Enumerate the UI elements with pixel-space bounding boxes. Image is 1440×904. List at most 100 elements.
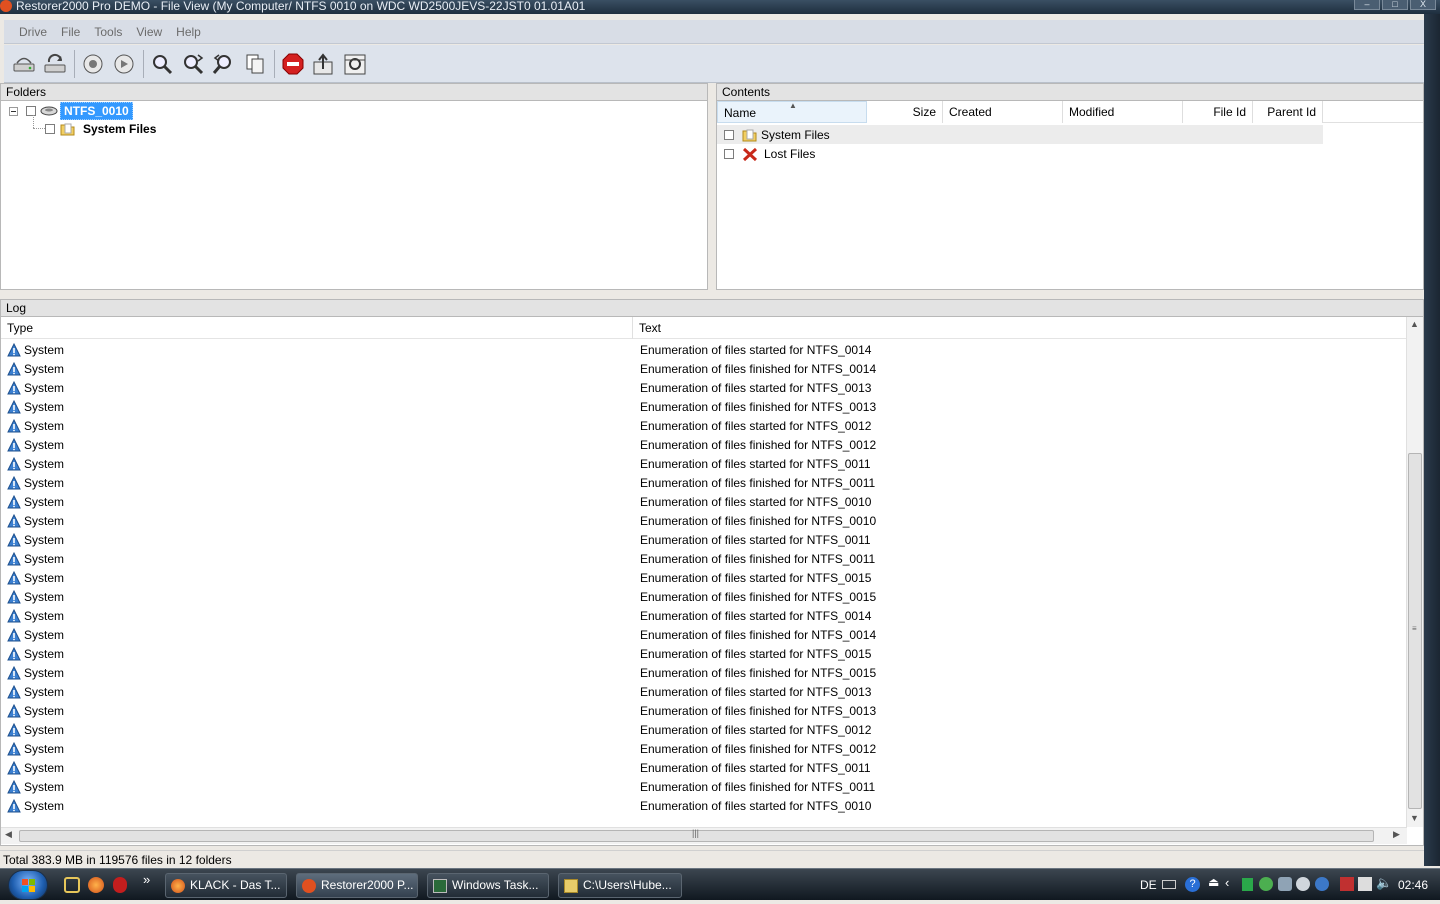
table-row[interactable]: System Enumeration of files started for N… xyxy=(1,455,1407,474)
table-row[interactable]: System Enumeration of files started for N… xyxy=(1,379,1407,398)
scroll-left-arrow-icon[interactable]: ◀ xyxy=(5,829,12,840)
battery-icon[interactable] xyxy=(1242,878,1253,891)
minimize-button[interactable]: – xyxy=(1354,0,1380,10)
table-row[interactable]: System Enumeration of files started for N… xyxy=(1,493,1407,512)
menu-help[interactable]: Help xyxy=(171,25,206,39)
tree-checkbox[interactable] xyxy=(45,124,55,134)
table-row[interactable]: System Enumeration of files finished for … xyxy=(1,474,1407,493)
stop-button[interactable] xyxy=(279,50,307,78)
tree-label-root[interactable]: NTFS_0010 xyxy=(60,102,133,120)
scroll-down-arrow-icon[interactable]: ▼ xyxy=(1410,813,1419,823)
column-header-parent-id[interactable]: Parent Id xyxy=(1253,101,1323,123)
table-row[interactable]: System Enumeration of files finished for … xyxy=(1,360,1407,379)
usb-icon[interactable]: ⏏ xyxy=(1208,875,1219,889)
column-header-text[interactable]: Text xyxy=(633,317,1407,339)
table-row[interactable]: System Enumeration of files started for N… xyxy=(1,683,1407,702)
keyboard-icon[interactable] xyxy=(1162,880,1176,889)
collapse-toggle[interactable] xyxy=(9,106,18,116)
maximize-button[interactable]: □ xyxy=(1382,0,1408,10)
volume-icon[interactable]: 🔈 xyxy=(1376,875,1392,891)
tree-item-system-files[interactable]: System Files xyxy=(45,120,156,138)
table-row[interactable]: System Enumeration of files started for N… xyxy=(1,341,1407,360)
clock[interactable]: 02:46 xyxy=(1398,869,1428,901)
table-row[interactable]: System Enumeration of files started for N… xyxy=(1,569,1407,588)
log-text-cell: Enumeration of files started for NTFS_00… xyxy=(640,571,872,585)
table-row[interactable]: System Enumeration of files started for N… xyxy=(1,759,1407,778)
opera-icon[interactable] xyxy=(113,877,127,893)
table-row[interactable]: System Enumeration of files finished for … xyxy=(1,398,1407,417)
column-header-type[interactable]: Type xyxy=(1,317,633,339)
power-icon[interactable] xyxy=(1358,877,1372,891)
menu-file[interactable]: File xyxy=(56,25,85,39)
scroll-right-arrow-icon[interactable]: ▶ xyxy=(1393,829,1400,840)
show-desktop-icon[interactable] xyxy=(64,877,80,893)
tree-checkbox[interactable] xyxy=(26,106,36,116)
folders-tree: NTFS_0010 System Files xyxy=(0,101,708,290)
column-header-size[interactable]: Size xyxy=(867,101,943,123)
start-button[interactable] xyxy=(8,870,48,900)
table-row[interactable]: System Enumeration of files started for N… xyxy=(1,645,1407,664)
taskbar-button-klack[interactable]: KLACK - Das T... xyxy=(165,873,287,898)
column-header-modified[interactable]: Modified xyxy=(1063,101,1183,123)
scroll-up-arrow-icon[interactable]: ▲ xyxy=(1410,319,1419,329)
table-row[interactable]: System Enumeration of files finished for … xyxy=(1,512,1407,531)
copy-button[interactable] xyxy=(241,50,269,78)
table-row[interactable]: System Enumeration of files started for N… xyxy=(1,721,1407,740)
table-row[interactable]: System Enumeration of files finished for … xyxy=(1,550,1407,569)
security-icon[interactable] xyxy=(1340,877,1354,891)
table-row[interactable]: System Enumeration of files finished for … xyxy=(1,740,1407,759)
scrollbar-thumb[interactable]: ||| xyxy=(19,828,1374,842)
close-button[interactable]: X xyxy=(1410,0,1436,10)
export-button[interactable] xyxy=(310,50,338,78)
quick-launch-more[interactable]: » xyxy=(143,872,150,887)
table-row[interactable]: System Enumeration of files finished for … xyxy=(1,778,1407,797)
firefox-icon[interactable] xyxy=(88,877,104,893)
tray-expand-icon[interactable]: ‹ xyxy=(1225,875,1229,890)
table-row[interactable]: System Enumeration of files finished for … xyxy=(1,436,1407,455)
tree-label[interactable]: System Files xyxy=(83,122,156,136)
properties-button[interactable] xyxy=(341,50,369,78)
scrollbar-thumb[interactable]: ≡ xyxy=(1408,453,1422,809)
find-previous-button[interactable] xyxy=(210,50,238,78)
refresh-button[interactable] xyxy=(41,50,69,78)
table-row[interactable]: System Enumeration of files started for N… xyxy=(1,531,1407,550)
language-indicator[interactable]: DE xyxy=(1140,869,1157,901)
row-checkbox[interactable] xyxy=(724,129,734,140)
table-row[interactable]: System Enumeration of files finished for … xyxy=(1,588,1407,607)
list-item[interactable]: Lost Files xyxy=(717,144,1323,163)
log-vertical-scrollbar[interactable]: ▲ ≡ ▼ xyxy=(1406,317,1423,827)
log-type-cell: System xyxy=(24,381,65,395)
forward-button[interactable] xyxy=(110,50,138,78)
table-row[interactable]: System Enumeration of files finished for … xyxy=(1,702,1407,721)
open-drive-button[interactable] xyxy=(10,50,38,78)
row-checkbox[interactable] xyxy=(724,148,734,159)
table-row[interactable]: System Enumeration of files started for N… xyxy=(1,797,1407,816)
back-button[interactable] xyxy=(79,50,107,78)
help-icon[interactable]: ? xyxy=(1185,877,1200,892)
find-button[interactable] xyxy=(148,50,176,78)
list-item-label: System Files xyxy=(761,127,830,142)
log-horizontal-scrollbar[interactable]: ◀ ||| ▶ xyxy=(1,827,1407,844)
table-row[interactable]: System Enumeration of files started for N… xyxy=(1,607,1407,626)
log-text-cell: Enumeration of files started for NTFS_00… xyxy=(640,723,872,737)
table-row[interactable]: System Enumeration of files finished for … xyxy=(1,626,1407,645)
table-row[interactable]: System Enumeration of files started for N… xyxy=(1,417,1407,436)
tree-item-root[interactable]: NTFS_0010 xyxy=(9,102,133,120)
menu-view[interactable]: View xyxy=(131,25,167,39)
taskbar-button-explorer[interactable]: C:\Users\Hube... xyxy=(558,873,682,898)
update-icon[interactable] xyxy=(1315,877,1329,891)
taskbar-button-restorer[interactable]: Restorer2000 P... xyxy=(296,873,418,898)
column-header-created[interactable]: Created xyxy=(943,101,1063,123)
menu-tools[interactable]: Tools xyxy=(89,25,127,39)
wifi-icon[interactable] xyxy=(1278,877,1292,891)
menu-drive[interactable]: Drive xyxy=(14,25,52,39)
export-icon xyxy=(313,52,333,74)
lost-files-icon xyxy=(742,147,758,161)
network-icon[interactable] xyxy=(1259,877,1273,891)
list-item[interactable]: System Files xyxy=(717,125,1323,144)
find-next-button[interactable] xyxy=(179,50,207,78)
settings-tray-icon[interactable] xyxy=(1296,877,1310,891)
table-row[interactable]: System Enumeration of files finished for … xyxy=(1,664,1407,683)
taskbar-button-task-manager[interactable]: Windows Task... xyxy=(427,873,549,898)
column-header-file-id[interactable]: File Id xyxy=(1183,101,1253,123)
